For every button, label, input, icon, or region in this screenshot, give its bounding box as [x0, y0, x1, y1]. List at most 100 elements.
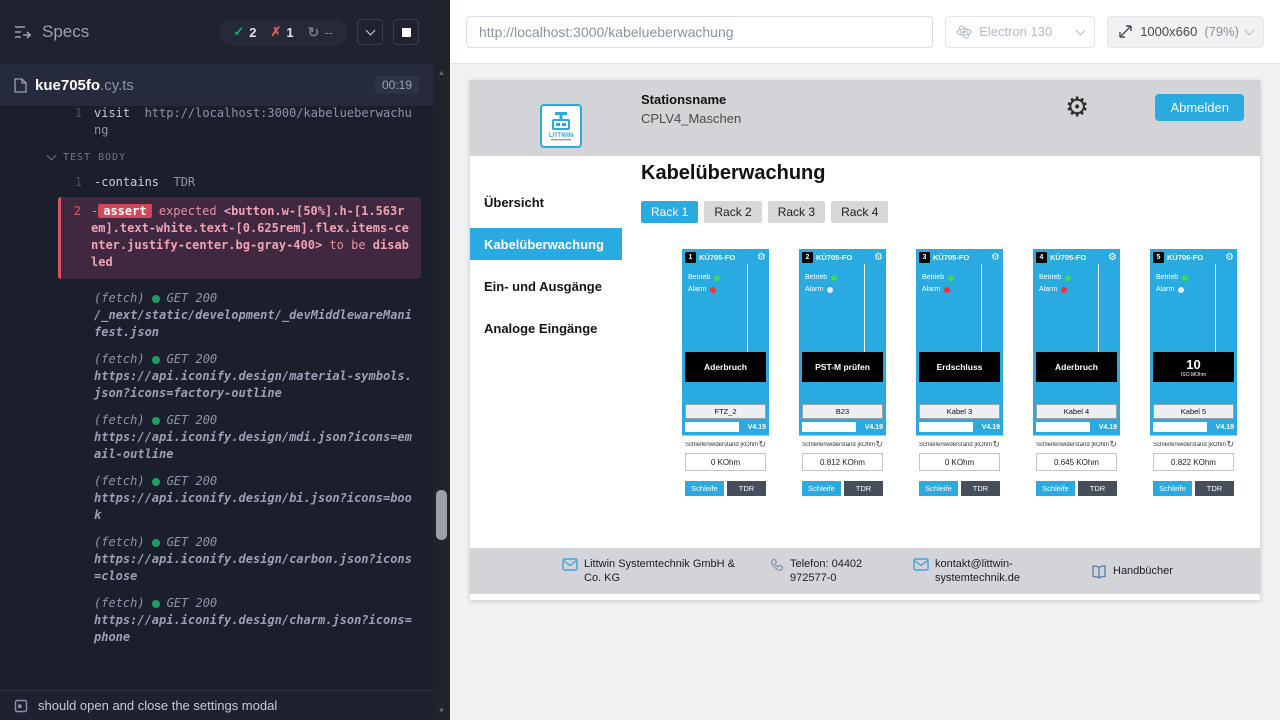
card-divider: [981, 264, 982, 352]
littwin-logo: LITTWIN: [540, 104, 582, 148]
chevron-down-icon: [365, 26, 375, 36]
browser-select[interactable]: Electron 130: [945, 16, 1095, 48]
version-field: [685, 422, 739, 432]
tdr-button[interactable]: TDR: [1195, 481, 1234, 496]
device-card: 1KÜ705-FO⚙ Betrieb Alarm Aderbruch FTZ_2…: [682, 249, 769, 548]
scroll-up-arrow[interactable]: ▲: [433, 66, 450, 80]
alarm-led: [1178, 287, 1184, 293]
tab-rack-4[interactable]: Rack 4: [831, 201, 888, 223]
footer-manuals[interactable]: Handbücher: [1091, 564, 1173, 579]
sidebar-item-uebersicht[interactable]: Übersicht: [470, 186, 622, 218]
card-gear-icon[interactable]: ⚙: [1225, 253, 1234, 263]
next-test-row[interactable]: should open and close the settings modal: [0, 690, 433, 720]
logout-button[interactable]: Abmelden: [1155, 94, 1244, 121]
fetch-log-entry[interactable]: (fetch)GET 200 https://api.iconify.desig…: [0, 590, 433, 651]
alarm-led: [944, 287, 950, 293]
sidebar-item-kabelueberwachung[interactable]: Kabelüberwachung: [470, 228, 622, 260]
status-display: Aderbruch: [685, 352, 766, 382]
refresh-icon[interactable]: ↻: [758, 440, 766, 449]
cable-name: B23: [802, 404, 883, 419]
rack-tabs: Rack 1 Rack 2 Rack 3 Rack 4: [641, 201, 1260, 223]
card-gear-icon[interactable]: ⚙: [874, 253, 883, 263]
settings-gear-icon[interactable]: ⚙: [1065, 92, 1089, 123]
mail-icon: [562, 558, 578, 571]
status-display: Erdschluss: [919, 352, 1000, 382]
footer-email[interactable]: kontakt@littwin-systemtechnik.de: [913, 557, 1073, 586]
tdr-button[interactable]: TDR: [1078, 481, 1117, 496]
tab-rack-3[interactable]: Rack 3: [768, 201, 825, 223]
card-number: 5: [1153, 252, 1164, 263]
visit-command: visit: [94, 106, 130, 120]
stat-pending: ↻--: [308, 24, 333, 41]
fetch-log-entry[interactable]: (fetch)GET 200 https://api.iconify.desig…: [0, 468, 433, 529]
chevron-down-icon: [1076, 25, 1086, 35]
url-bar[interactable]: http://localhost:3000/kabelueberwachung: [466, 16, 933, 48]
test-body-section[interactable]: TEST BODY: [0, 141, 433, 172]
betrieb-led: [714, 275, 720, 281]
tab-rack-1[interactable]: Rack 1: [641, 201, 698, 223]
tdr-button[interactable]: TDR: [727, 481, 766, 496]
sidebar-item-ein-und-ausgaenge[interactable]: Ein- und Ausgänge: [470, 270, 622, 302]
tdr-button[interactable]: TDR: [961, 481, 1000, 496]
schleife-button[interactable]: Schleife: [1153, 481, 1192, 496]
collapse-button[interactable]: [357, 19, 383, 45]
specs-label[interactable]: Specs: [42, 22, 89, 42]
check-icon: ✓: [233, 24, 244, 40]
command-contains[interactable]: 1 -contains TDR: [0, 172, 433, 193]
refresh-icon: ↻: [308, 24, 320, 41]
book-icon: [1091, 565, 1107, 579]
stat-passed: ✓2: [233, 24, 256, 40]
scroll-down-arrow[interactable]: ▼: [433, 704, 450, 718]
card-number: 2: [802, 252, 813, 263]
chevron-down-icon: [47, 151, 57, 161]
refresh-icon[interactable]: ↻: [1109, 440, 1117, 449]
command-visit[interactable]: 1 visit http://localhost:3000/kabelueber…: [0, 106, 433, 141]
firmware-version: V4.19: [1099, 424, 1117, 431]
schleife-button[interactable]: Schleife: [1036, 481, 1075, 496]
refresh-icon[interactable]: ↻: [992, 440, 1000, 449]
schleife-button[interactable]: Schleife: [919, 481, 958, 496]
spec-file-icon: [14, 78, 27, 93]
app-sidebar: Übersicht Kabelüberwachung Ein- und Ausg…: [470, 156, 622, 548]
tdr-button[interactable]: TDR: [844, 481, 883, 496]
cypress-panel: Specs ✓2 ✗1 ↻-- kue705fo.cy.ts 00:19 1 v…: [0, 0, 433, 720]
failed-assert[interactable]: 2 -assert expected <button.w-[50%].h-[1.…: [58, 197, 421, 279]
stop-run-button[interactable]: [393, 19, 419, 45]
card-gear-icon[interactable]: ⚙: [991, 253, 1000, 263]
browser-name: Electron 130: [979, 24, 1052, 39]
svg-text:LITTWIN: LITTWIN: [549, 133, 573, 139]
scrollbar-thumb[interactable]: [436, 490, 447, 540]
refresh-icon[interactable]: ↻: [1226, 440, 1234, 449]
fetch-log-entry[interactable]: (fetch)GET 200 https://api.iconify.desig…: [0, 346, 433, 407]
status-ok-icon: [152, 295, 160, 303]
card-number: 1: [685, 252, 696, 263]
littwin-logo-icon: LITTWIN: [545, 109, 577, 143]
stop-icon: [402, 28, 411, 37]
card-model: KÜ705-FO: [699, 253, 735, 262]
aut-viewport: LITTWIN Stationsname CPLV4_Maschen ⚙ Abm…: [450, 64, 1280, 720]
card-divider: [747, 264, 748, 352]
card-gear-icon[interactable]: ⚙: [757, 253, 766, 263]
card-gear-icon[interactable]: ⚙: [1108, 253, 1117, 263]
betrieb-led: [1182, 275, 1188, 281]
app-under-test: LITTWIN Stationsname CPLV4_Maschen ⚙ Abm…: [470, 80, 1260, 600]
spec-header[interactable]: kue705fo.cy.ts 00:19: [0, 64, 433, 106]
sidebar-item-analoge-eingaenge[interactable]: Analoge Eingänge: [470, 312, 622, 344]
fetch-log-entry[interactable]: (fetch)GET 200 https://api.iconify.desig…: [0, 407, 433, 468]
tab-rack-2[interactable]: Rack 2: [704, 201, 761, 223]
fetch-log-entry[interactable]: (fetch)GET 200 https://api.iconify.desig…: [0, 529, 433, 590]
fetch-log-entry[interactable]: (fetch)GET 200 /_next/static/development…: [0, 285, 433, 346]
panel-scrollbar[interactable]: ▲ ▼: [433, 0, 450, 720]
resistance-value: 0.812 KOhm: [802, 453, 883, 471]
card-number: 4: [1036, 252, 1047, 263]
viewport-scale-icon: [1118, 24, 1133, 39]
viewport-select[interactable]: 1000x660 (79%): [1107, 16, 1264, 48]
version-field: [1153, 422, 1207, 432]
station-value: CPLV4_Maschen: [641, 111, 741, 126]
schleife-button[interactable]: Schleife: [802, 481, 841, 496]
status-display: PST-M prüfen: [802, 352, 883, 382]
station-label: Stationsname: [641, 92, 741, 107]
firmware-version: V4.19: [748, 424, 766, 431]
schleife-button[interactable]: Schleife: [685, 481, 724, 496]
refresh-icon[interactable]: ↻: [875, 440, 883, 449]
